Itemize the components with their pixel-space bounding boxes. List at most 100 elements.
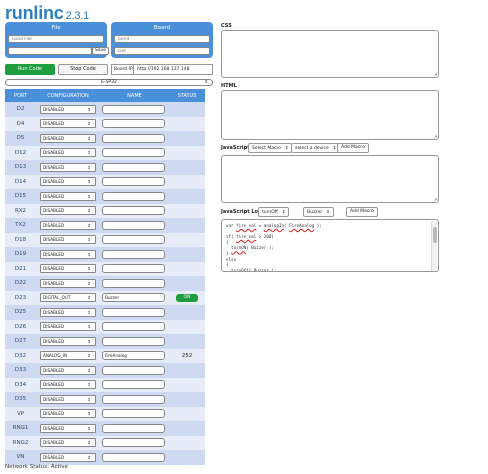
name-input[interactable]	[102, 278, 165, 288]
config-cell: DISABLED ⇕	[36, 435, 100, 450]
name-input[interactable]	[102, 162, 165, 172]
scrollbar-thumb[interactable]	[433, 227, 437, 243]
board-ip-input[interactable]: http://192.168.137.148	[133, 64, 213, 75]
config-select[interactable]: DISABLED ⇕	[40, 409, 96, 419]
config-value: DISABLED	[43, 106, 65, 112]
javascript-loop-editor[interactable]: var fire_val = analogIn( FireAnalog ); i…	[221, 219, 439, 272]
name-input[interactable]	[102, 220, 165, 230]
resize-grip-icon[interactable]: ◢	[434, 196, 437, 201]
config-value: ANALOG_IN	[43, 353, 68, 359]
name-input[interactable]	[102, 365, 165, 375]
board-select[interactable]: E-SP32 ⇕	[5, 79, 213, 86]
config-select[interactable]: DISABLED ⇕	[40, 336, 96, 346]
name-input[interactable]	[102, 307, 165, 317]
loop-macro-dropdown[interactable]: turnOff ⇕	[258, 207, 290, 217]
config-select[interactable]: DIGITAL_OUT ⇕	[40, 293, 96, 303]
chevron-updown-icon: ⇕	[87, 179, 91, 185]
name-input[interactable]	[102, 452, 165, 462]
config-select[interactable]: DISABLED ⇕	[40, 104, 96, 114]
name-input[interactable]	[102, 177, 165, 187]
javascript-label: JavaScript	[221, 145, 250, 151]
config-select[interactable]: DISABLED ⇕	[40, 235, 96, 245]
config-select[interactable]: DISABLED ⇕	[40, 220, 96, 230]
config-select[interactable]: DISABLED ⇕	[40, 148, 96, 158]
status-cell	[169, 421, 205, 436]
save-filename-input[interactable]	[8, 47, 92, 55]
header-status: STATUS	[169, 89, 205, 102]
send-input[interactable]	[114, 35, 210, 43]
name-input[interactable]	[102, 119, 165, 129]
name-input[interactable]: FireAnalog	[102, 351, 165, 361]
config-select[interactable]: DISABLED ⇕	[40, 380, 96, 390]
port-cell: RNG1	[5, 421, 36, 436]
table-row: TX2 DISABLED ⇕	[5, 218, 205, 233]
javascript-editor[interactable]: ◢	[221, 155, 439, 203]
select-device-dropdown[interactable]: select a device ⇕	[291, 143, 341, 153]
config-select[interactable]: DISABLED ⇕	[40, 264, 96, 274]
html-editor[interactable]: ◢	[221, 90, 439, 140]
name-cell: Buzzer	[100, 290, 169, 305]
chevron-updown-icon: ⇕	[281, 209, 286, 214]
config-select[interactable]: DISABLED ⇕	[40, 365, 96, 375]
config-select[interactable]: DISABLED ⇕	[40, 177, 96, 187]
css-editor[interactable]: ◢	[221, 30, 439, 78]
name-input[interactable]	[102, 423, 165, 433]
config-select[interactable]: DISABLED ⇕	[40, 206, 96, 216]
chevron-updown-icon: ⇕	[87, 266, 91, 272]
name-input[interactable]	[102, 148, 165, 158]
config-value: DISABLED	[43, 237, 65, 243]
resize-grip-icon[interactable]: ◢	[434, 133, 437, 138]
status-cell	[169, 435, 205, 450]
loop-add-macro-button[interactable]: Add Macro	[346, 207, 378, 217]
app-version: 2.3.1	[65, 10, 90, 22]
config-select[interactable]: DISABLED ⇕	[40, 119, 96, 129]
config-select[interactable]: DISABLED ⇕	[40, 278, 96, 288]
config-select[interactable]: DISABLED ⇕	[40, 191, 96, 201]
config-select[interactable]: DISABLED ⇕	[40, 162, 96, 172]
scrollbar[interactable]	[431, 221, 437, 271]
loop-device-value: Buzzer	[307, 210, 323, 215]
config-select[interactable]: DISABLED ⇕	[40, 423, 96, 433]
pin-table: PORT CONFIGURATION NAME STATUS D2 DISABLE…	[5, 89, 205, 465]
load-file-input[interactable]	[8, 35, 104, 43]
config-select[interactable]: DISABLED ⇕	[40, 133, 96, 143]
name-cell	[100, 160, 169, 175]
name-input[interactable]	[102, 336, 165, 346]
name-input[interactable]	[102, 249, 165, 259]
config-select[interactable]: ANALOG_IN ⇕	[40, 351, 96, 361]
get-input[interactable]	[114, 47, 210, 55]
chevron-updown-icon: ⇕	[87, 425, 91, 431]
save-button[interactable]: Save	[92, 47, 110, 55]
name-input[interactable]	[102, 409, 165, 419]
chevron-updown-icon: ⇕	[87, 353, 91, 359]
name-input[interactable]	[102, 264, 165, 274]
config-select[interactable]: DISABLED ⇕	[40, 438, 96, 448]
run-code-button[interactable]: Run Code	[5, 64, 55, 75]
name-input[interactable]	[102, 322, 165, 332]
name-input[interactable]	[102, 380, 165, 390]
board-select-value: E-SP32	[101, 80, 117, 85]
name-input[interactable]	[102, 206, 165, 216]
status-cell	[169, 261, 205, 276]
config-value: DISABLED	[43, 309, 65, 315]
status-cell	[169, 218, 205, 233]
name-input[interactable]	[102, 133, 165, 143]
config-cell: DISABLED ⇕	[36, 334, 100, 349]
name-input[interactable]	[102, 104, 165, 114]
name-input[interactable]: Buzzer	[102, 293, 165, 303]
loop-device-dropdown[interactable]: Buzzer ⇕	[303, 207, 334, 217]
name-input[interactable]	[102, 438, 165, 448]
config-select[interactable]: DISABLED ⇕	[40, 452, 96, 462]
status-badge: ON	[176, 293, 198, 302]
name-input[interactable]	[102, 235, 165, 245]
config-select[interactable]: DISABLED ⇕	[40, 307, 96, 317]
name-input[interactable]	[102, 191, 165, 201]
resize-grip-icon[interactable]: ◢	[434, 71, 437, 76]
stop-code-button[interactable]: Stop Code	[58, 64, 108, 75]
name-input[interactable]	[102, 394, 165, 404]
add-macro-button[interactable]: Add Macro	[337, 143, 369, 153]
config-select[interactable]: DISABLED ⇕	[40, 322, 96, 332]
select-macro-dropdown[interactable]: Select Macro ⇕	[248, 143, 293, 153]
config-select[interactable]: DISABLED ⇕	[40, 249, 96, 259]
config-select[interactable]: DISABLED ⇕	[40, 394, 96, 404]
